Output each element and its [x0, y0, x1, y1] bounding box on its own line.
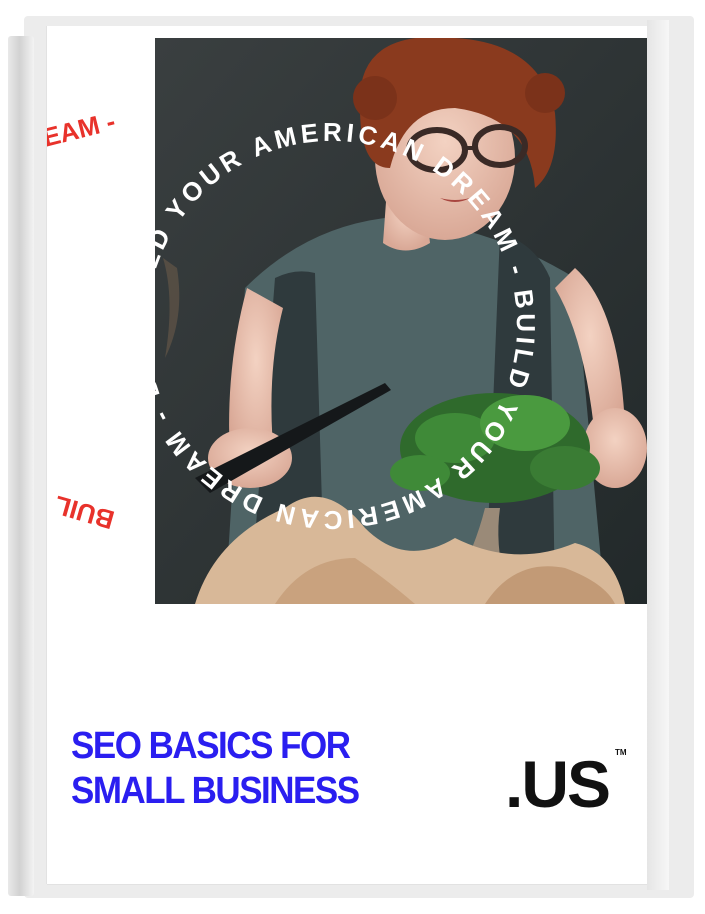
- title-line-2: SMALL BUSINESS: [71, 770, 360, 812]
- title-line-1: SEO BASICS FOR: [71, 725, 351, 767]
- book-page-edges: [647, 20, 669, 890]
- slogan-fragment-bottom: BUIL: [51, 490, 118, 536]
- trademark-mark: TM: [615, 748, 627, 757]
- cover-photo: [155, 38, 647, 604]
- dot-us-logo: .US: [505, 747, 611, 821]
- book-front-cover: BUILD YOUR AMERICAN DREAM - BUILD YOUR A…: [47, 26, 647, 884]
- slogan-fragment-top: EAM -: [47, 106, 118, 153]
- cover-title: SEO BASICS FOR SMALL BUSINESS: [71, 724, 360, 814]
- ebook-3d-mockup: BUILD YOUR AMERICAN DREAM - BUILD YOUR A…: [0, 0, 705, 914]
- book-spine: [8, 36, 34, 896]
